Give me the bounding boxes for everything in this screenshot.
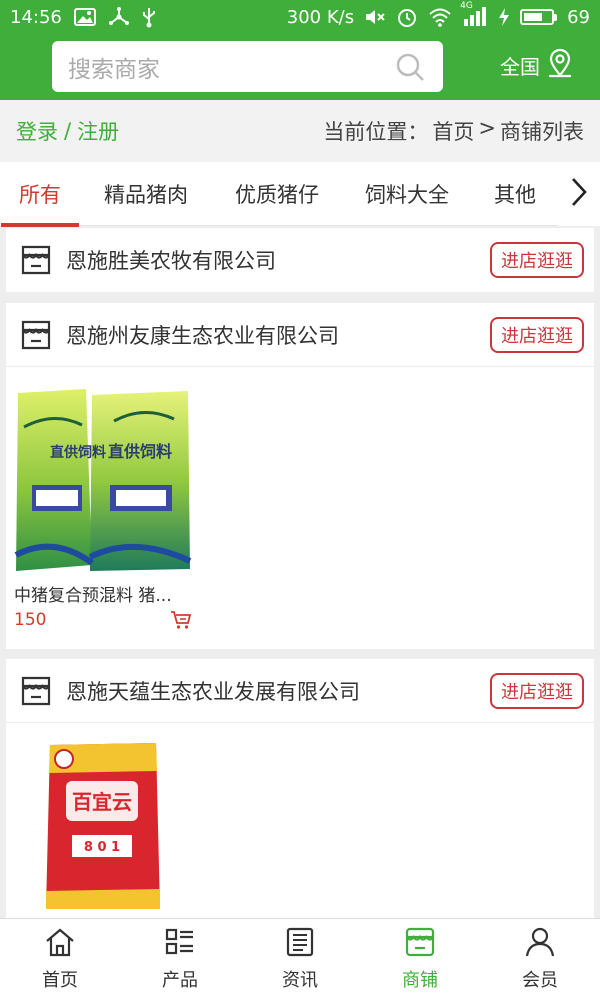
nav-news[interactable]: 资讯 (240, 919, 360, 1000)
mute-icon (364, 7, 386, 27)
crumb-bar: 登录 / 注册 当前位置： 首页 > 商铺列表 (0, 100, 600, 162)
battery-fill (524, 13, 543, 21)
breadcrumb-separator: > (478, 116, 496, 140)
category-tabs: 所有 精品猪肉 优质猪仔 饲料大全 其他 (0, 162, 600, 227)
shop-card: 恩施胜美农牧有限公司 进店逛逛 (6, 228, 594, 292)
visit-store-button[interactable]: 进店逛逛 (490, 242, 584, 278)
tab-all[interactable]: 所有 (1, 162, 79, 227)
breadcrumb-prefix: 当前位置： (323, 120, 429, 144)
header: 搜索商家 全国 (0, 34, 600, 100)
breadcrumb-current: 商铺列表 (500, 120, 584, 144)
wifi-icon (428, 7, 452, 27)
register-link[interactable]: 注册 (77, 116, 119, 146)
home-icon (44, 927, 76, 962)
image-icon (73, 8, 96, 26)
search-icon[interactable] (393, 50, 427, 84)
bottom-nav: 首页 产品 资讯 商铺 会员 (0, 918, 600, 1000)
chevron-right-icon (570, 177, 588, 211)
tab-feed[interactable]: 饲料大全 (365, 162, 449, 226)
store-icon (404, 927, 436, 962)
alarm-icon (396, 6, 418, 28)
nav-products[interactable]: 产品 (120, 919, 240, 1000)
product-bag-text: 直供饲料 (108, 442, 172, 461)
product-price-row: 150 (14, 610, 192, 630)
nav-home[interactable]: 首页 (0, 919, 120, 1000)
nav-home-label: 首页 (42, 970, 78, 991)
user-icon (524, 927, 556, 962)
product-bag-text: 直供饲料 (50, 444, 106, 461)
tab-premium-pork[interactable]: 精品猪肉 (104, 162, 188, 226)
shop-name[interactable]: 恩施州友康生态农业有限公司 (66, 320, 490, 350)
tab-other[interactable]: 其他 (494, 162, 536, 226)
shop-card: 恩施天蕴生态农业发展有限公司 进店逛逛 百宜云 8 0 1 (6, 659, 594, 918)
charging-icon (498, 7, 510, 27)
status-bar: 14:56 300 K/s 4G 69 (0, 0, 600, 34)
shop-header: 恩施胜美农牧有限公司 进店逛逛 (6, 228, 594, 292)
shop-name[interactable]: 恩施胜美农牧有限公司 (66, 245, 490, 275)
product-bag-badge: 8 0 1 (84, 840, 120, 855)
product-bag-text: 百宜云 (72, 790, 132, 814)
nav-stores-label: 商铺 (402, 970, 438, 991)
tabs-next-button[interactable] (558, 162, 600, 226)
battery-icon (520, 9, 558, 25)
breadcrumb-home[interactable]: 首页 (432, 116, 474, 146)
login-separator: / (64, 119, 72, 143)
nav-member-label: 会员 (522, 970, 558, 991)
news-icon (284, 927, 316, 962)
network-type: 4G (460, 1, 473, 11)
shop-header: 恩施州友康生态农业有限公司 进店逛逛 (6, 303, 594, 367)
status-time: 14:56 (10, 6, 62, 28)
product-card: 百宜云 8 0 1 (36, 741, 214, 911)
shop-icon (20, 675, 52, 707)
usb-share-icon (108, 7, 130, 27)
product-title[interactable]: 中猪复合预混料 猪... (14, 581, 192, 606)
product-image[interactable]: 百宜云 8 0 1 (36, 741, 214, 911)
region-label: 全国 (500, 55, 540, 79)
product-price: 150 (14, 610, 47, 630)
battery-level: 69 (567, 6, 590, 28)
shop-card: 恩施州友康生态农业有限公司 进店逛逛 直供饲料 直供饲料 中猪复合预混料 猪..… (6, 303, 594, 649)
shop-name[interactable]: 恩施天蕴生态农业发展有限公司 (66, 676, 490, 706)
region-selector[interactable]: 全国 (500, 48, 574, 83)
visit-store-button[interactable]: 进店逛逛 (490, 316, 584, 353)
signal-icon: 4G (460, 1, 488, 27)
add-to-cart-icon[interactable] (170, 610, 192, 630)
nav-member[interactable]: 会员 (480, 919, 600, 1000)
network-speed: 300 K/s (286, 6, 355, 28)
tab-quality-piglets[interactable]: 优质猪仔 (235, 162, 319, 226)
search-box[interactable]: 搜索商家 (52, 41, 443, 92)
product-card: 直供饲料 直供饲料 中猪复合预混料 猪... 150 (14, 385, 192, 630)
usb-icon (142, 6, 156, 28)
nav-news-label: 资讯 (282, 970, 318, 991)
nav-stores[interactable]: 商铺 (360, 919, 480, 1000)
breadcrumb: 当前位置： 首页 > 商铺列表 (323, 116, 584, 146)
shop-icon (20, 319, 52, 351)
product-image[interactable]: 直供饲料 直供饲料 (14, 385, 192, 575)
visit-store-button[interactable]: 进店逛逛 (490, 672, 584, 709)
nav-products-label: 产品 (162, 970, 198, 991)
location-pin-icon (546, 48, 574, 83)
search-input[interactable]: 搜索商家 (68, 50, 393, 84)
login-link[interactable]: 登录 (16, 116, 58, 146)
shop-header: 恩施天蕴生态农业发展有限公司 进店逛逛 (6, 659, 594, 723)
product-grid-icon (164, 927, 196, 962)
shop-icon (20, 244, 52, 276)
login-register: 登录 / 注册 (16, 116, 119, 146)
